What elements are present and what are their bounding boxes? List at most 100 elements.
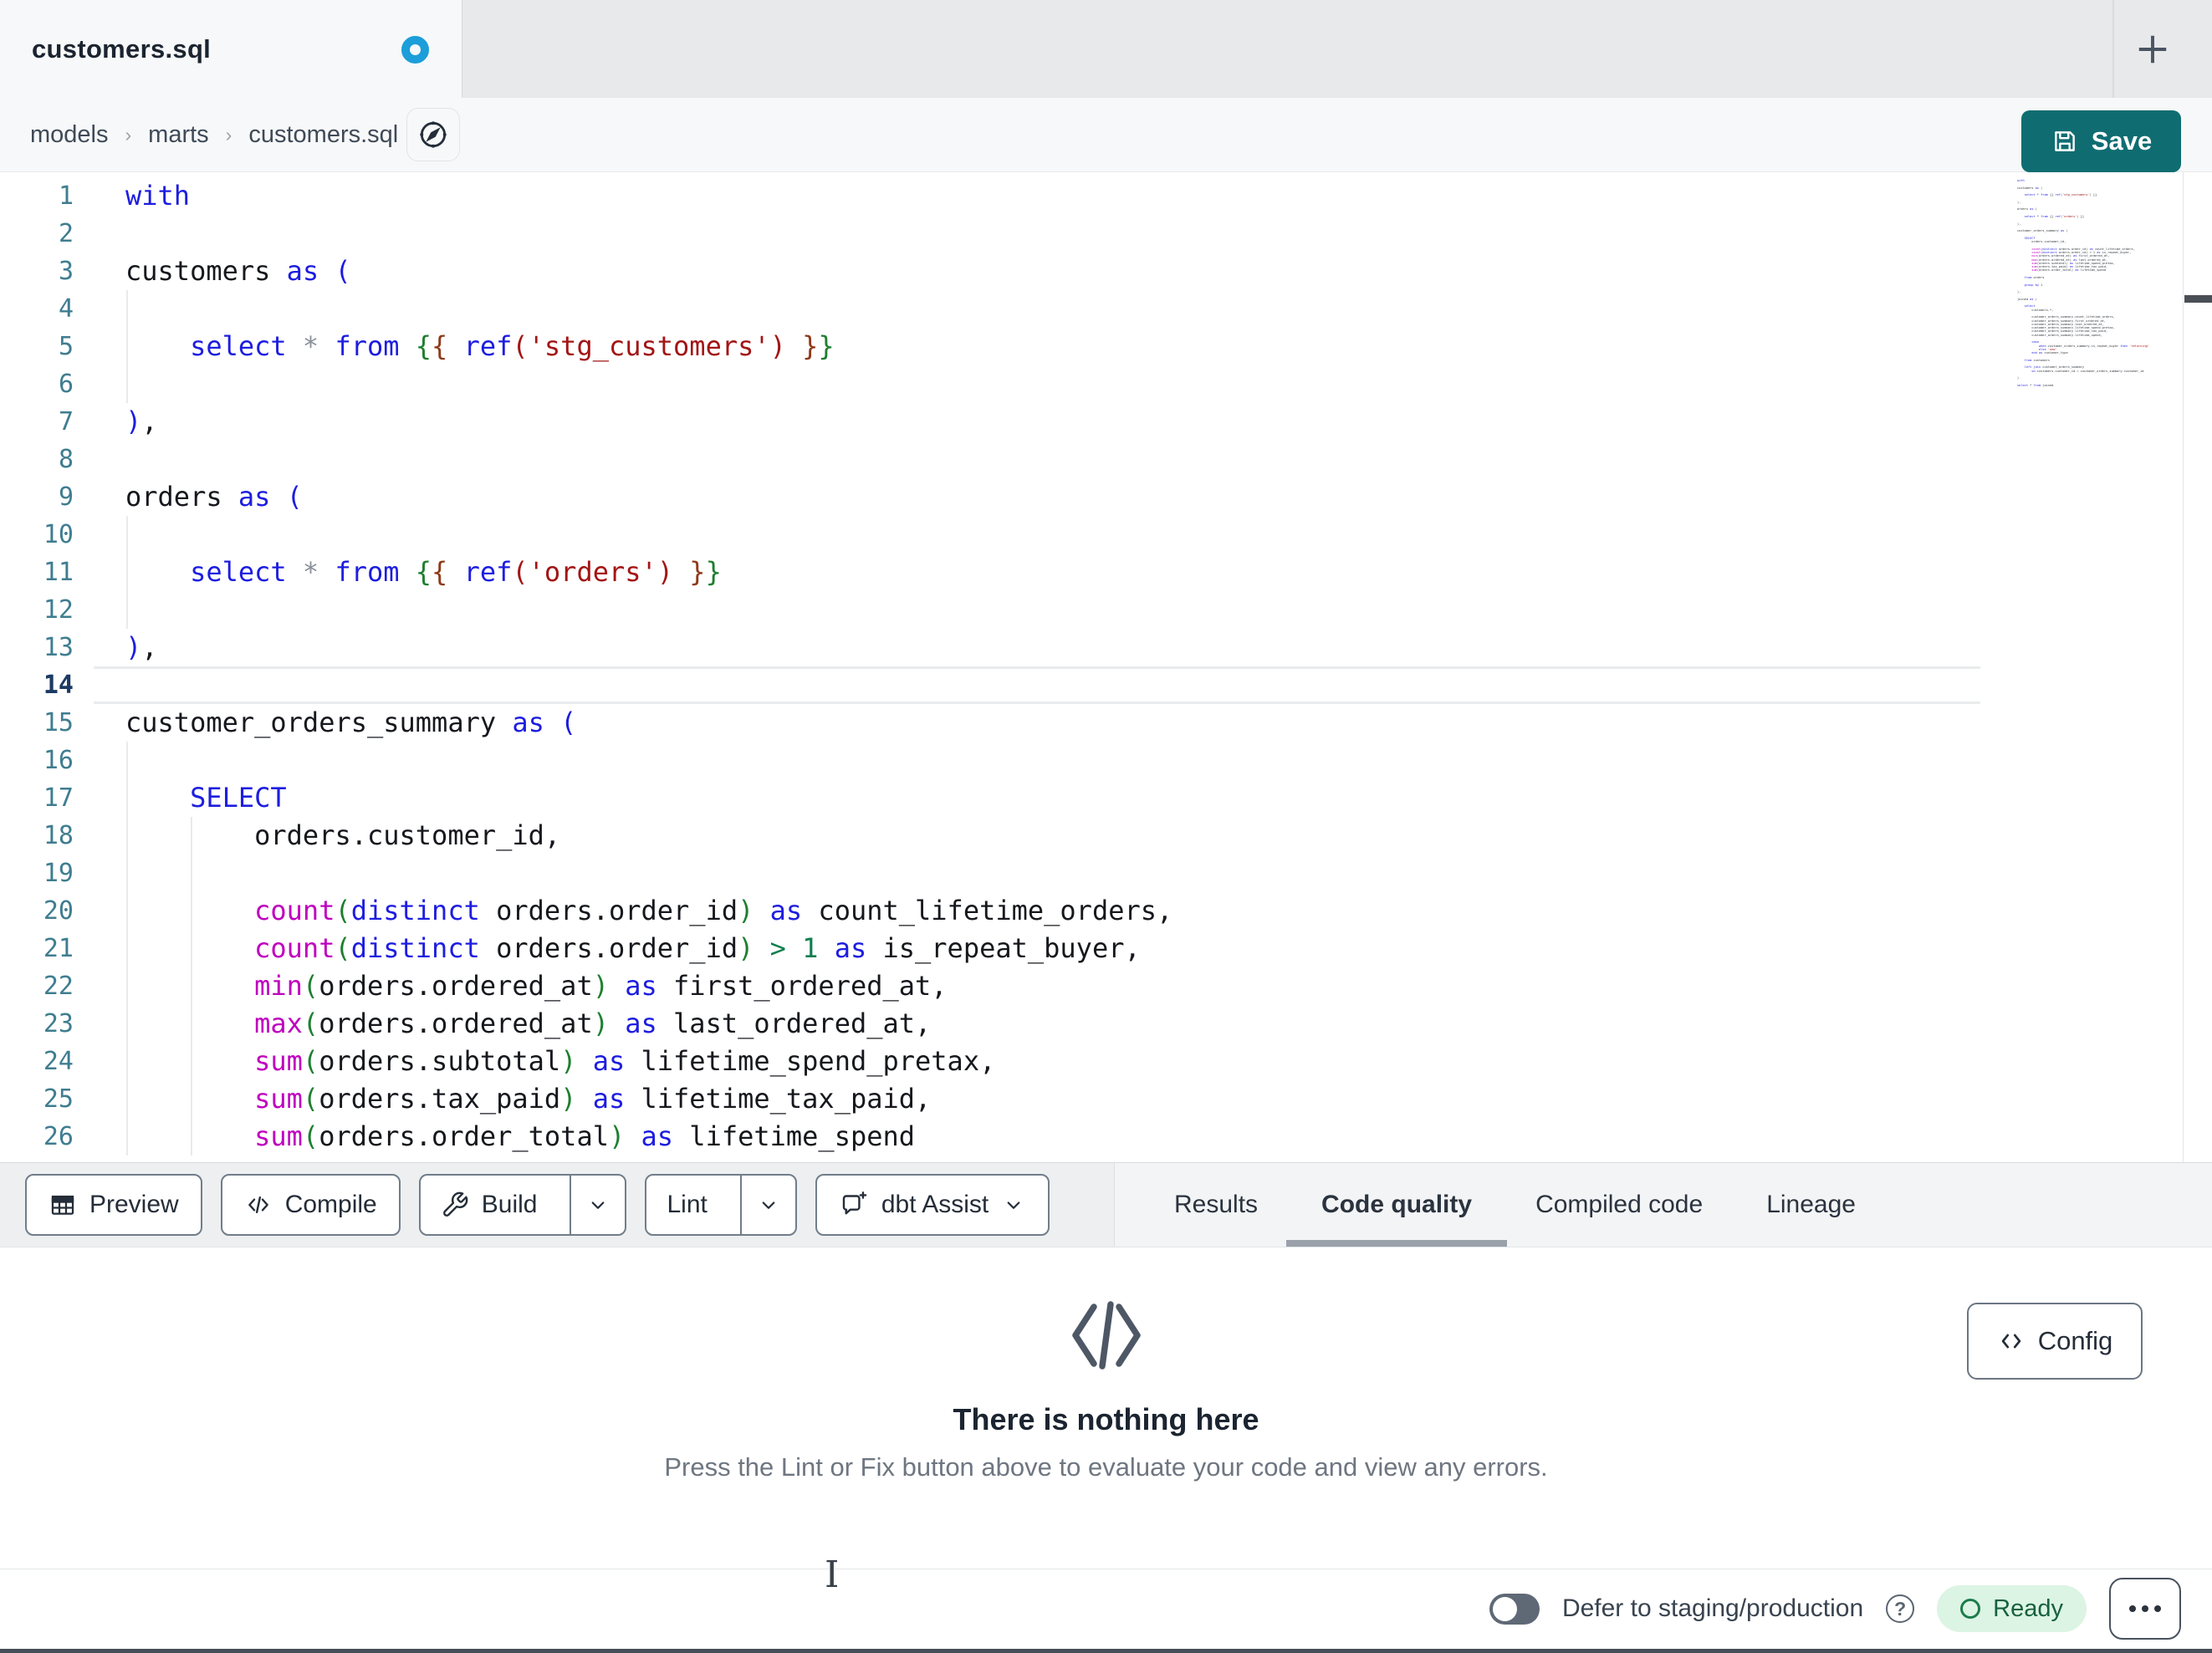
line-number: 17	[43, 783, 74, 813]
empty-state-title: There is nothing here	[953, 1402, 1259, 1436]
code-line[interactable]: with	[125, 177, 1172, 215]
code-line[interactable]: ),	[125, 403, 1172, 441]
status-bar-controls: Defer to staging/production ? Ready	[1489, 1569, 2181, 1648]
lint-label: Lint	[667, 1191, 708, 1218]
dbt-assist-button[interactable]: dbt Assist	[815, 1174, 1050, 1236]
code-line[interactable]: orders as (	[125, 478, 1172, 516]
line-number: 10	[43, 520, 74, 549]
line-number: 12	[43, 595, 74, 625]
defer-toggle[interactable]	[1489, 1593, 1540, 1625]
line-number: 13	[43, 633, 74, 662]
line-number: 26	[43, 1122, 74, 1151]
line-number-gutter: 1 2 3 4 5 6 7 8 9 10 11 12 13 14 15 16 17 18 19 20 21 22 23 24 2…	[0, 177, 74, 1156]
code-line[interactable]: customers as (	[125, 253, 1172, 290]
ide-status-badge[interactable]: Ready	[1937, 1585, 2087, 1632]
chevron-down-icon	[756, 1192, 781, 1217]
breadcrumb-marts[interactable]: marts	[148, 121, 209, 149]
lint-dropdown-button[interactable]	[739, 1176, 795, 1234]
line-number: 16	[43, 746, 74, 775]
status-bar: Defer to staging/production ? Ready	[0, 1569, 2212, 1649]
tab-customers-sql[interactable]: customers.sql	[0, 0, 462, 98]
defer-label: Defer to staging/production	[1561, 1594, 1864, 1622]
config-button[interactable]: Config	[1967, 1303, 2143, 1380]
build-label: Build	[481, 1191, 538, 1218]
code-slash-icon	[0, 1293, 2212, 1377]
code-line[interactable]: sum(orders.tax_paid) as lifetime_tax_pai…	[125, 1080, 1172, 1118]
question-circle-icon[interactable]: ?	[1886, 1594, 1915, 1623]
unsaved-changes-indicator-icon	[401, 36, 429, 64]
breadcrumb: models › marts › customers.sql	[30, 98, 398, 172]
scrollbar-track	[2183, 172, 2184, 1162]
code-editor[interactable]: 1 2 3 4 5 6 7 8 9 10 11 12 13 14 15 16 17 18 19 20 21 22 23 24 2…	[0, 172, 2212, 1162]
config-label: Config	[2037, 1326, 2113, 1355]
line-number: 14	[43, 671, 74, 700]
toolbar-divider	[1114, 1163, 1115, 1247]
code-line[interactable]	[125, 666, 1172, 704]
code-line[interactable]: max(orders.ordered_at) as last_ordered_a…	[125, 1005, 1172, 1043]
code-line[interactable]: count(distinct orders.order_id) > 1 as i…	[125, 930, 1172, 967]
editor-tab-bar: customers.sql	[0, 0, 2212, 98]
chevron-right-icon: ›	[125, 124, 132, 145]
code-line[interactable]: sum(orders.order_total) as lifetime_spen…	[125, 1118, 1172, 1156]
code-line[interactable]: select * from {{ ref('stg_customers') }}	[125, 328, 1172, 365]
line-number: 2	[58, 219, 74, 248]
code-line[interactable]: ),	[125, 629, 1172, 666]
status-circle-icon	[1960, 1599, 1981, 1619]
code-slash-icon	[1997, 1327, 2026, 1355]
code-line[interactable]: SELECT	[125, 779, 1172, 817]
dbt-ide-window: customers.sql models › marts › customers…	[0, 0, 2212, 1653]
code-line[interactable]	[125, 591, 1172, 629]
tab-results[interactable]: Results	[1174, 1163, 1258, 1247]
line-number: 8	[58, 445, 74, 474]
line-number: 21	[43, 934, 74, 963]
compile-label: Compile	[284, 1191, 377, 1218]
code-line[interactable]	[125, 742, 1172, 779]
breadcrumb-models[interactable]: models	[30, 121, 109, 149]
ellipsis-icon	[2129, 1605, 2136, 1612]
code-line[interactable]	[125, 215, 1172, 253]
tab-lineage[interactable]: Lineage	[1766, 1163, 1856, 1247]
code-line[interactable]	[125, 441, 1172, 478]
scrollbar-thumb[interactable]	[2184, 295, 2212, 303]
build-button[interactable]: Build	[421, 1176, 558, 1234]
editor-minimap[interactable]: with customers as ( select * from {{ ref…	[2017, 179, 2181, 547]
line-number: 25	[43, 1084, 74, 1114]
wrench-icon	[441, 1191, 469, 1219]
code-line[interactable]	[125, 290, 1172, 328]
line-number: 24	[43, 1047, 74, 1076]
preview-button[interactable]: Preview	[25, 1174, 202, 1236]
code-line[interactable]	[125, 516, 1172, 554]
code-line[interactable]: count(distinct orders.order_id) as count…	[125, 892, 1172, 930]
compass-icon	[416, 118, 450, 151]
window-bottom-edge	[0, 1649, 2212, 1653]
line-number: 3	[58, 257, 74, 286]
more-options-button[interactable]	[2109, 1578, 2181, 1640]
code-content[interactable]: with customers as ( select * from {{ ref(…	[125, 177, 1172, 1156]
code-line[interactable]: customer_orders_summary as (	[125, 704, 1172, 742]
save-button[interactable]: Save	[2021, 110, 2181, 172]
line-number: 23	[43, 1009, 74, 1038]
code-quality-panel: There is nothing here Press the Lint or …	[0, 1247, 2212, 1568]
lint-button[interactable]: Lint	[646, 1176, 727, 1234]
breadcrumb-bar: models › marts › customers.sql Save	[0, 98, 2212, 172]
new-tab-button[interactable]	[2131, 28, 2174, 71]
line-number: 19	[43, 859, 74, 888]
code-line[interactable]: orders.customer_id,	[125, 817, 1172, 855]
save-button-label: Save	[2091, 126, 2153, 156]
code-line[interactable]	[125, 365, 1172, 403]
code-line[interactable]: select * from {{ ref('orders') }}	[125, 554, 1172, 591]
compile-button[interactable]: Compile	[220, 1174, 401, 1236]
tab-code-quality[interactable]: Code quality	[1286, 1163, 1508, 1247]
line-number: 20	[43, 896, 74, 926]
tab-compiled-code[interactable]: Compiled code	[1535, 1163, 1703, 1247]
file-navigate-button[interactable]	[406, 108, 460, 161]
plus-icon	[2131, 28, 2174, 71]
code-line[interactable]: sum(orders.subtotal) as lifetime_spend_p…	[125, 1043, 1172, 1080]
line-number: 6	[58, 370, 74, 399]
tab-lineage-label: Lineage	[1766, 1191, 1856, 1218]
build-dropdown-button[interactable]	[570, 1176, 625, 1234]
code-line[interactable]	[125, 855, 1172, 892]
code-line[interactable]: min(orders.ordered_at) as first_ordered_…	[125, 967, 1172, 1005]
breadcrumb-file[interactable]: customers.sql	[248, 121, 398, 149]
floppy-disk-icon	[2051, 127, 2079, 156]
